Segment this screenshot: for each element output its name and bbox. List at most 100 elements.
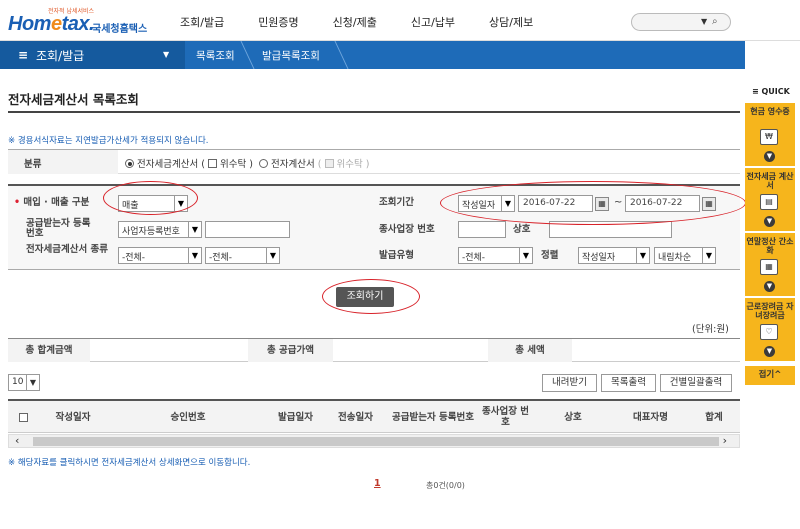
quick-item-label: 전자세금 계산서 (746, 172, 794, 190)
quick-item-incentive[interactable]: 근로장려금 자녀장려금 ♡ ▼ (745, 298, 795, 362)
kind-label: 전자세금계산서 종류 (26, 244, 108, 255)
chevron-down-icon: ▼ (188, 222, 201, 237)
result-grid-header: 작성일자 승인번호 발급일자 전송일자 공급받는자 등록번호 종사업장 번호 상… (8, 399, 740, 433)
sort-field-select[interactable]: 작성일자 ▼ (578, 247, 650, 264)
hamburger-icon: ≡ (18, 48, 29, 62)
chevron-right-icon[interactable]: › (723, 435, 727, 447)
company-label: 상호 (513, 224, 531, 235)
nav-item-inquiry[interactable]: 조회/발급 (180, 14, 224, 30)
nav-item-consult[interactable]: 상담/제보 (489, 14, 533, 30)
trade-type-label: • 매입 · 매출 구분 (14, 197, 90, 208)
quick-item-label: 현금 영수증 (750, 107, 790, 116)
quick-item-label: 근로장려금 자녀장려금 (746, 302, 794, 320)
classification-label: 분류 (8, 150, 118, 174)
breadcrumb-list-inquiry[interactable]: 목록조회 (196, 48, 235, 63)
receiver-number-input[interactable] (205, 221, 290, 238)
sub-business-input[interactable] (458, 221, 506, 238)
radio-e-invoice[interactable] (259, 159, 268, 168)
horizontal-scrollbar[interactable]: ‹ › (8, 434, 740, 448)
menu-dropdown[interactable]: ≡ 조회/발급 ▼ (0, 41, 185, 69)
invoice-icon: ▤ (760, 194, 778, 210)
sub-nav-bar: ≡ 조회/발급 ▼ 목록조회 발급목록조회 (0, 41, 745, 69)
checkbox-consignment-1[interactable] (207, 159, 217, 168)
checkbox-consignment-2 (324, 159, 334, 168)
radio-e-tax-invoice-label: 전자세금계산서 (137, 159, 199, 170)
document-icon: ▦ (760, 259, 778, 275)
chevron-down-icon: ▼ (764, 346, 775, 357)
notice-bottom: ※ 해당자료를 클릭하시면 전자세금계산서 상세화면으로 이동합니다. (8, 458, 251, 468)
sub-business-label: 종사업장 번호 (379, 224, 435, 235)
nav-item-certificate[interactable]: 민원증명 (258, 14, 298, 30)
logo-brand: Hometax. (8, 13, 95, 35)
menu-label: 조회/발급 (36, 49, 85, 63)
chevron-down-icon: ▼ (188, 248, 201, 263)
column-header[interactable]: 상호 (533, 401, 613, 433)
breadcrumb-issue-list[interactable]: 발급목록조회 (262, 48, 320, 63)
main-nav: 조회/발급 민원증명 신청/제출 신고/납부 상담/제보 (180, 14, 567, 30)
search-button[interactable]: 조회하기 (336, 287, 394, 307)
select-all-column (8, 401, 38, 433)
column-header[interactable]: 공급받는자 등록번호 (388, 401, 478, 433)
sort-label: 정렬 (541, 250, 559, 261)
annotation-oval-period (440, 181, 746, 225)
chevron-down-icon: ▼ (764, 281, 775, 292)
chevron-down-icon: ▼ (266, 248, 279, 263)
page-title: 전자세금계산서 목록조회 (8, 92, 139, 107)
kind-select-2[interactable]: -전체- ▼ (205, 247, 280, 264)
nav-item-apply[interactable]: 신청/제출 (333, 14, 377, 30)
receiver-type-select[interactable]: 사업자등록번호 ▼ (118, 221, 202, 238)
top-search-input[interactable]: ▼ ⌕ (631, 13, 731, 31)
title-divider (8, 111, 740, 113)
quick-title: ≡ QUICK (752, 87, 790, 96)
total-supply-label: 총 공급가액 (248, 339, 333, 362)
print-list-button[interactable]: 목록출력 (601, 374, 656, 392)
bulk-print-button[interactable]: 건별일괄출력 (660, 374, 732, 392)
radio-e-tax-invoice[interactable] (125, 159, 134, 168)
page-number[interactable]: 1 (374, 478, 381, 489)
chevron-down-icon: ▼ (764, 151, 775, 162)
classification-row: 분류 전자세금계산서 ( 위수탁 ) 전자계산서 ( 위수탁 ) (8, 149, 740, 174)
issue-type-select[interactable]: -전체- ▼ (458, 247, 533, 264)
scrollbar-thumb[interactable] (33, 437, 719, 446)
column-header[interactable]: 전송일자 (323, 401, 388, 433)
quick-fold-button[interactable]: 접기^ (745, 366, 795, 385)
consignment-label-2: 위수탁 (336, 159, 363, 170)
search-icon[interactable]: ⌕ (712, 16, 718, 27)
annotation-oval-trade-type (103, 181, 198, 215)
sort-order-select[interactable]: 내림차순 ▼ (654, 247, 716, 264)
classification-options: 전자세금계산서 ( 위수탁 ) 전자계산서 ( 위수탁 ) (125, 156, 370, 170)
result-count: 총0건(0/0) (426, 481, 465, 490)
quick-item-year-end[interactable]: 연말정산 간소화 ▦ ▼ (745, 233, 795, 297)
chevron-down-icon: ▼ (636, 248, 649, 263)
hometax-logo[interactable]: 전자적 납세서비스 Hometax. 국세청홈택스 (8, 6, 148, 36)
kind-select-1[interactable]: -전체- ▼ (118, 247, 202, 264)
total-amount-label: 총 합계금액 (8, 339, 90, 362)
quick-item-e-tax-invoice[interactable]: 전자세금 계산서 ▤ ▼ (745, 168, 795, 232)
quick-item-cash-receipt[interactable]: 현금 영수증 ₩ ▼ (745, 103, 795, 167)
chevron-left-icon[interactable]: ‹ (15, 435, 19, 447)
chevron-down-icon: ▼ (163, 50, 170, 59)
receipt-icon: ₩ (760, 129, 778, 145)
column-header[interactable]: 종사업장 번호 (478, 401, 533, 433)
column-header[interactable]: 합계 (688, 401, 740, 433)
chevron-down-icon[interactable]: ▼ (701, 17, 707, 26)
logo-korean: 국세청홈택스 (92, 24, 148, 35)
breadcrumb-separator (323, 41, 349, 69)
consignment-label-1: 위수탁 (220, 159, 247, 170)
chevron-down-icon: ▼ (764, 216, 775, 227)
top-header: 전자적 납세서비스 Hometax. 국세청홈택스 조회/발급 민원증명 신청/… (0, 0, 800, 41)
column-header[interactable]: 대표자명 (613, 401, 688, 433)
download-button[interactable]: 내려받기 (542, 374, 597, 392)
column-header[interactable]: 작성일자 (38, 401, 108, 433)
page-size-select[interactable]: 10 ▼ (8, 374, 40, 391)
select-all-checkbox[interactable] (18, 412, 28, 422)
receiver-label: 공급받는자 등록번호 (26, 218, 91, 239)
column-header[interactable]: 승인번호 (108, 401, 268, 433)
column-header[interactable]: 발급일자 (268, 401, 323, 433)
heart-icon: ♡ (760, 324, 778, 340)
unit-label: (단위:원) (692, 324, 729, 335)
chevron-down-icon: ▼ (702, 248, 715, 263)
chevron-down-icon: ▼ (26, 375, 39, 390)
nav-item-report-pay[interactable]: 신고/납부 (411, 14, 455, 30)
quick-item-label: 연말정산 간소화 (746, 237, 794, 255)
